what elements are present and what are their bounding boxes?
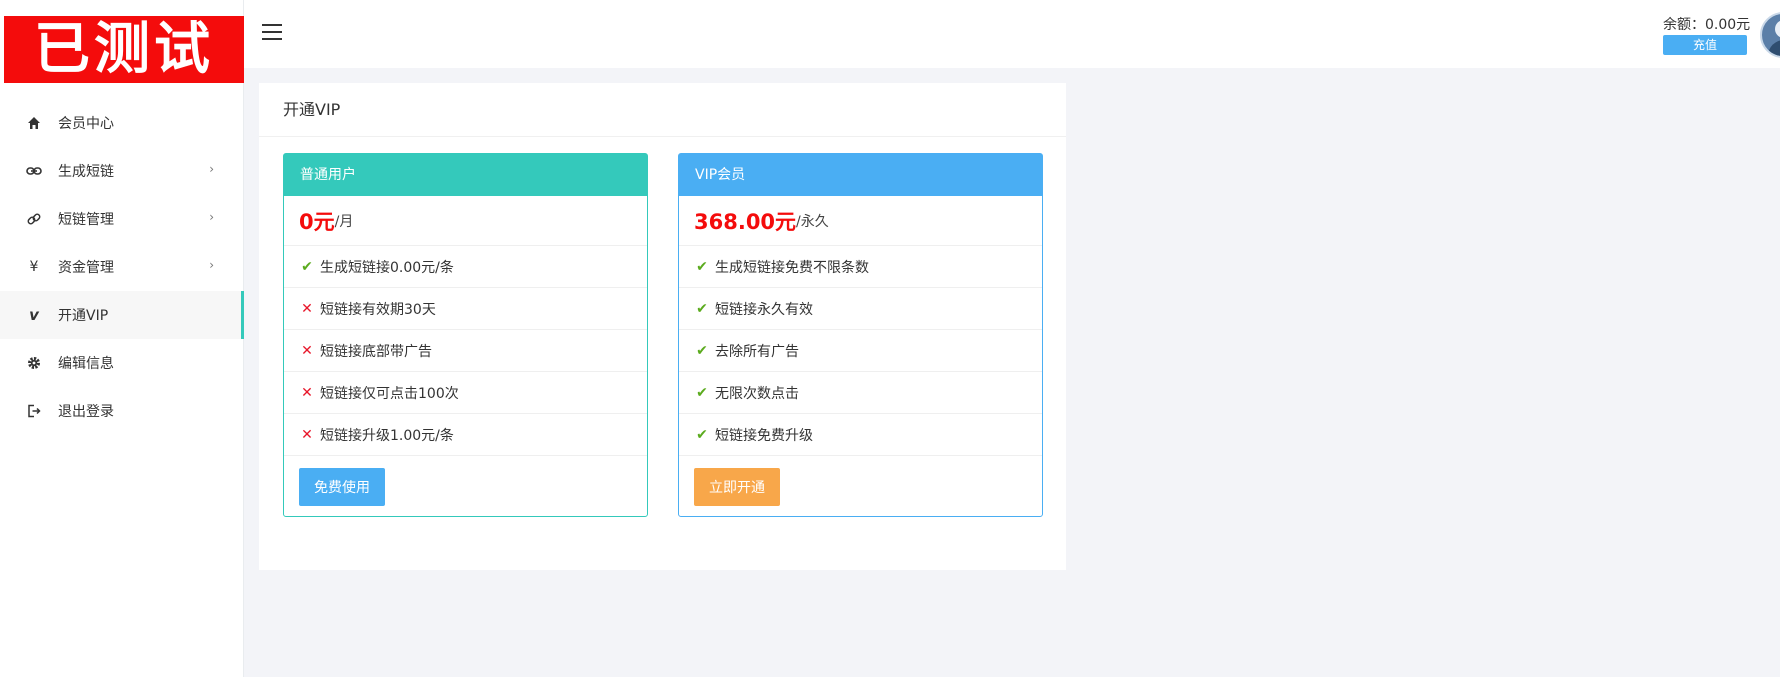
plan-feature: ✕ 短链接仅可点击100次	[284, 372, 647, 414]
cross-icon: ✕	[301, 384, 313, 401]
sidebar-item-label: 编辑信息	[58, 356, 114, 372]
sidebar-item-open-vip[interactable]: v 开通VIP	[0, 291, 244, 339]
feature-text: 无限次数点击	[715, 385, 799, 402]
sidebar-item-label: 退出登录	[58, 404, 114, 420]
check-icon: ✔	[696, 342, 708, 359]
plan-price: 0元/月	[284, 196, 647, 246]
feature-text: 短链接永久有效	[715, 301, 813, 318]
chevron-right-icon: ›	[209, 258, 214, 272]
chevron-right-icon: ›	[209, 162, 214, 176]
plan-feature: ✔ 生成短链接0.00元/条	[284, 246, 647, 288]
plan-feature: ✔ 无限次数点击	[679, 372, 1042, 414]
plan-feature: ✔ 短链接永久有效	[679, 288, 1042, 330]
chain-icon	[24, 209, 44, 229]
feature-text: 短链接有效期30天	[320, 301, 436, 318]
sidebar-item-label: 短链管理	[58, 212, 114, 228]
sidebar-item-member-center[interactable]: 会员中心	[0, 99, 244, 147]
balance-value: 0.00元	[1705, 17, 1751, 33]
plan-price: 368.00元/永久	[679, 196, 1042, 246]
sidebar-menu: 会员中心 生成短链 › 短链管理 › ¥ 资金管理 › v 开通VIP 编辑信息…	[0, 99, 244, 435]
check-icon: ✔	[696, 258, 708, 275]
page-title: 开通VIP	[259, 83, 1066, 137]
price-value: 368.00元	[694, 209, 797, 234]
top-bar: 余额：0.00元 充值	[244, 0, 1780, 68]
chevron-right-icon: ›	[209, 210, 214, 224]
sidebar-item-link-management[interactable]: 短链管理 ›	[0, 195, 244, 243]
plan-feature: ✔ 去除所有广告	[679, 330, 1042, 372]
feature-text: 短链接升级1.00元/条	[320, 427, 454, 444]
plan-feature: ✕ 短链接底部带广告	[284, 330, 647, 372]
home-icon	[24, 113, 44, 133]
sidebar-item-label: 开通VIP	[58, 308, 109, 324]
plan-name: VIP会员	[679, 154, 1042, 196]
cross-icon: ✕	[301, 342, 313, 359]
plan-card-vip: VIP会员 368.00元/永久 ✔ 生成短链接免费不限条数 ✔ 短链接永久有效 ✔…	[678, 153, 1043, 517]
sidebar: 已测试 会员中心 生成短链 › 短链管理 › ¥ 资金管理 › v 开通VIP …	[0, 0, 244, 677]
gear-icon	[24, 353, 44, 373]
sidebar-item-label: 生成短链	[58, 164, 114, 180]
sidebar-item-label: 资金管理	[58, 260, 114, 276]
plan-feature: ✕ 短链接有效期30天	[284, 288, 647, 330]
logo[interactable]: 已测试	[4, 16, 244, 83]
cross-icon: ✕	[301, 426, 313, 443]
sidebar-item-edit-info[interactable]: 编辑信息	[0, 339, 244, 387]
check-icon: ✔	[696, 426, 708, 443]
plan-card-free: 普通用户 0元/月 ✔ 生成短链接0.00元/条 ✕ 短链接有效期30天 ✕ 短链接底…	[283, 153, 648, 517]
logout-icon	[24, 401, 44, 421]
feature-text: 生成短链接免费不限条数	[715, 259, 869, 276]
check-icon: ✔	[301, 258, 313, 275]
plan-name: 普通用户	[284, 154, 647, 196]
avatar[interactable]	[1760, 12, 1780, 58]
feature-text: 短链接仅可点击100次	[320, 385, 459, 402]
sidebar-item-funds-management[interactable]: ¥ 资金管理 ›	[0, 243, 244, 291]
sidebar-item-logout[interactable]: 退出登录	[0, 387, 244, 435]
yen-icon: ¥	[29, 259, 39, 275]
balance-label: 余额：	[1663, 17, 1705, 33]
price-period: /永久	[796, 213, 829, 230]
cross-icon: ✕	[301, 300, 313, 317]
vimeo-icon: v	[29, 306, 39, 324]
balance-display: 余额：0.00元	[1663, 14, 1750, 34]
price-period: /月	[334, 213, 354, 230]
recharge-button[interactable]: 充值	[1663, 35, 1747, 55]
feature-text: 短链接底部带广告	[320, 343, 432, 360]
logo-text: 已测试	[34, 16, 214, 82]
feature-text: 短链接免费升级	[715, 427, 813, 444]
feature-text: 生成短链接0.00元/条	[320, 259, 454, 276]
plan-feature: ✔ 生成短链接免费不限条数	[679, 246, 1042, 288]
link-icon	[24, 161, 44, 181]
menu-toggle-icon[interactable]	[262, 24, 284, 42]
feature-text: 去除所有广告	[715, 343, 799, 360]
plan-feature: ✔ 短链接免费升级	[679, 414, 1042, 456]
open-now-button[interactable]: 立即开通	[694, 468, 780, 506]
check-icon: ✔	[696, 300, 708, 317]
sidebar-item-generate-link[interactable]: 生成短链 ›	[0, 147, 244, 195]
sidebar-item-label: 会员中心	[58, 116, 114, 132]
plan-feature: ✕ 短链接升级1.00元/条	[284, 414, 647, 456]
check-icon: ✔	[696, 384, 708, 401]
price-value: 0元	[299, 209, 335, 234]
free-use-button[interactable]: 免费使用	[299, 468, 385, 506]
